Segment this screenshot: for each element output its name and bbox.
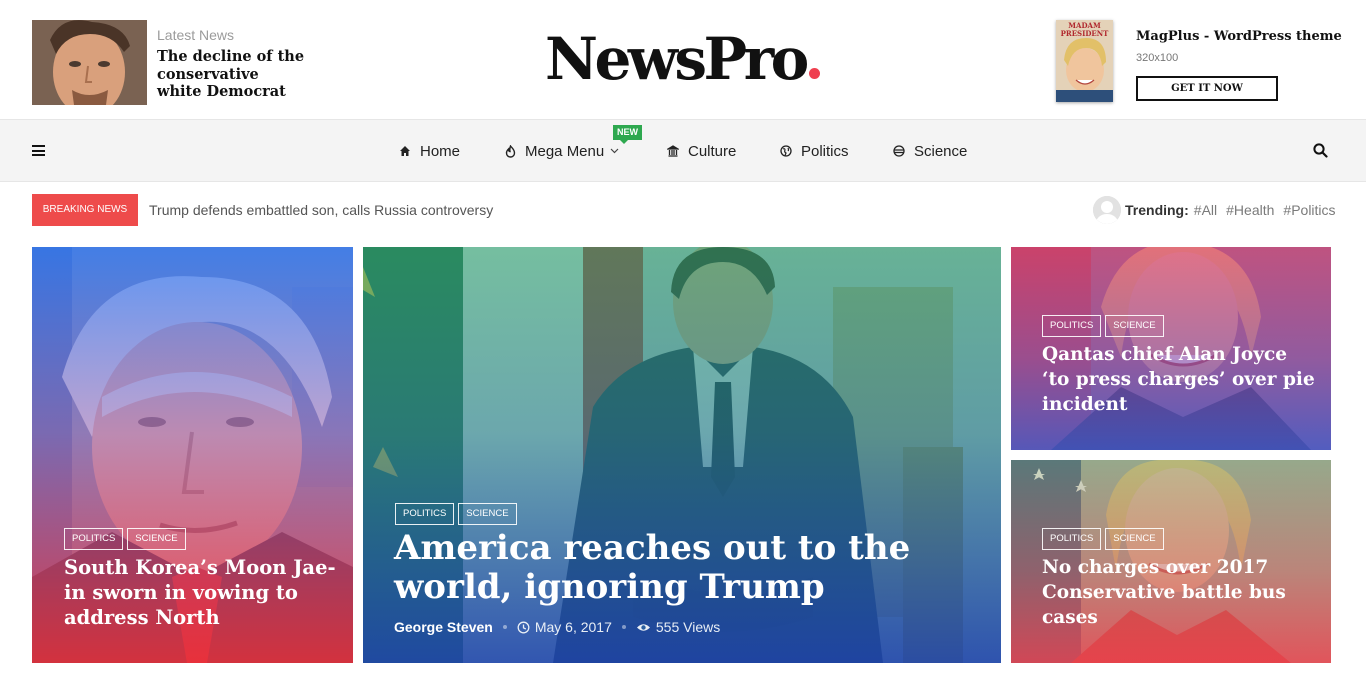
breaking-news-headline[interactable]: Trump defends embattled son, calls Russi… (149, 202, 493, 218)
get-it-now-button[interactable]: GET IT NOW (1136, 76, 1278, 101)
trending-tag-all[interactable]: #All (1194, 202, 1217, 218)
featured-card-3[interactable]: POLITICS SCIENCE Qantas chief Alan Joyce… (1011, 247, 1331, 450)
latest-news-thumbnail[interactable] (32, 20, 147, 105)
nav-label-mega-menu: Mega Menu (525, 142, 605, 160)
search-icon[interactable] (1313, 143, 1328, 163)
card-main-meta: George Steven May 6, 2017 555 Views (394, 619, 720, 635)
trending-tag-politics[interactable]: #Politics (1283, 202, 1335, 218)
breaking-news-label: BREAKING NEWS (32, 194, 138, 226)
eye-icon (636, 623, 650, 631)
logo-dot (808, 68, 820, 79)
nav-item-politics[interactable]: Politics (780, 140, 849, 162)
featured-card-4[interactable]: POLITICS SCIENCE No charges over 2017 Co… (1011, 460, 1331, 663)
category-tag-politics[interactable]: POLITICS (395, 503, 455, 525)
promo-title[interactable]: MagPlus - WordPress theme (1136, 29, 1342, 44)
nav-item-home[interactable]: Home (399, 140, 460, 162)
promo-size: 320x100 (1136, 52, 1179, 64)
latest-news-text: Latest News The decline of the conservat… (157, 20, 307, 105)
site-header: Latest News The decline of the conservat… (0, 0, 1366, 119)
post-date: May 6, 2017 (534, 619, 612, 635)
clock-icon (517, 621, 530, 633)
globe-icon (780, 145, 792, 157)
chevron-down-icon (610, 148, 619, 154)
category-tag-science[interactable]: SCIENCE (127, 528, 186, 550)
nav-item-mega-menu[interactable]: Mega Menu (505, 140, 619, 162)
promo-widget: MADAM PRESIDENT MagPlus - WordPress them… (1056, 20, 1342, 102)
nav-item-culture[interactable]: Culture (667, 140, 736, 162)
nav-label-culture: Culture (688, 142, 737, 160)
nav-label-politics: Politics (801, 142, 849, 160)
nav-label-science: Science (914, 142, 968, 160)
magazine-cover-image[interactable]: MADAM PRESIDENT (1056, 20, 1113, 102)
promo-info: MagPlus - WordPress theme 320x100 GET IT… (1136, 20, 1342, 102)
hamburger-menu-icon[interactable] (32, 145, 45, 156)
new-badge: NEW (613, 125, 642, 144)
fire-icon (505, 144, 516, 158)
category-tag-science[interactable]: SCIENCE (458, 503, 517, 525)
planet-icon (893, 145, 905, 157)
category-tag-politics[interactable]: POLITICS (1042, 528, 1102, 550)
logo-text: NewsPro (545, 25, 809, 93)
site-logo[interactable]: NewsPro (545, 24, 820, 94)
card-1-title[interactable]: South Korea’s Moon Jae-in sworn in vowin… (64, 555, 339, 630)
latest-news-kicker: Latest News (157, 27, 235, 43)
nav-label-home: Home (420, 142, 461, 160)
category-tag-politics[interactable]: POLITICS (64, 528, 124, 550)
main-navigation: Home Mega Menu NEW Culture Politics Scie… (0, 119, 1366, 182)
user-avatar-icon (1093, 196, 1121, 224)
meta-separator (621, 625, 626, 629)
author-name[interactable]: George Steven (394, 619, 493, 635)
building-icon (667, 145, 679, 157)
card-4-title[interactable]: No charges over 2017 Conservative battle… (1042, 555, 1302, 630)
card-3-title[interactable]: Qantas chief Alan Joyce ‘to press charge… (1042, 342, 1317, 417)
latest-news-title[interactable]: The decline of the conservative white De… (157, 48, 307, 101)
featured-card-main[interactable]: POLITICS SCIENCE America reaches out to … (363, 247, 1001, 663)
home-icon (400, 146, 410, 156)
view-count: 555 Views (655, 619, 721, 635)
category-tag-politics[interactable]: POLITICS (1042, 315, 1102, 337)
meta-separator (502, 625, 507, 629)
trending-label: Trending: (1125, 202, 1189, 218)
card-main-title[interactable]: America reaches out to the world, ignori… (394, 529, 984, 607)
magazine-cover-title: MADAM PRESIDENT (1060, 21, 1109, 38)
latest-news-widget[interactable]: Latest News The decline of the conservat… (32, 20, 307, 105)
trending-bar: Trending: #All #Health #Politics (1093, 196, 1345, 224)
featured-card-1[interactable]: POLITICS SCIENCE South Korea’s Moon Jae-… (32, 247, 353, 663)
category-tag-science[interactable]: SCIENCE (1105, 528, 1164, 550)
category-tag-science[interactable]: SCIENCE (1105, 315, 1164, 337)
nav-item-science[interactable]: Science (893, 140, 967, 162)
trending-tag-health[interactable]: #Health (1226, 202, 1274, 218)
